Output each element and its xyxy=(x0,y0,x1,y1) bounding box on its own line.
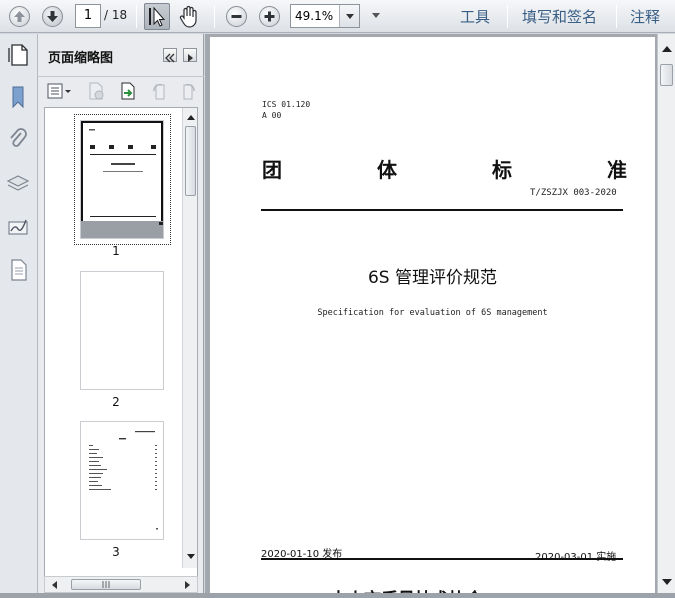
collapse-panel-button[interactable] xyxy=(163,48,177,63)
page-number-input[interactable]: 1 xyxy=(75,4,101,28)
page-thumbnails-panel: 页面缩略图 1 2 3 xyxy=(38,34,204,594)
scroll-right-arrow-icon xyxy=(185,581,190,589)
chevron-down-icon[interactable] xyxy=(339,5,359,27)
page-thumbnail-preview xyxy=(89,431,158,530)
arrow-up-icon xyxy=(9,6,30,27)
scroll-up-arrow-icon[interactable] xyxy=(662,46,672,52)
options-menu-icon[interactable] xyxy=(46,81,72,101)
horizontal-scroll-thumb[interactable] xyxy=(71,579,141,590)
tools-button[interactable]: 工具 xyxy=(460,6,490,27)
delete-pages-icon[interactable] xyxy=(86,81,106,101)
thumbnails-horizontal-scrollbar[interactable] xyxy=(44,576,198,593)
page-thumbnail-2[interactable] xyxy=(80,271,164,390)
minus-icon xyxy=(226,6,247,27)
zoom-level-value: 49.1% xyxy=(295,9,334,23)
layers-icon[interactable] xyxy=(6,170,30,196)
ccs-number: A 00 xyxy=(262,111,282,120)
implement-date: 2020-03-01 实施 xyxy=(535,548,616,563)
toolbar-divider xyxy=(507,5,508,28)
scroll-down-arrow-icon xyxy=(187,554,195,559)
standard-type-char: 标 xyxy=(492,158,512,182)
document-viewer[interactable]: ICS 01.120 A 00 团 体 标 准 T/ZSZJX 003-2020… xyxy=(205,34,675,598)
footer-rule xyxy=(261,558,623,560)
window-bottom-edge xyxy=(0,593,675,598)
fill-sign-button[interactable]: 填写和签名 xyxy=(522,6,597,27)
thumbnails-scroll-thumb[interactable] xyxy=(185,126,196,196)
ics-number: ICS 01.120 xyxy=(262,100,311,109)
cursor-arrow-icon xyxy=(149,6,166,27)
hand-icon xyxy=(179,5,197,28)
document-title: 6S 管理评价规范 xyxy=(367,268,497,288)
hand-tool-button[interactable] xyxy=(176,3,202,30)
navigation-pane-strip xyxy=(0,34,38,598)
plus-icon xyxy=(259,6,280,27)
more-tools-dropdown-icon[interactable] xyxy=(372,13,380,18)
panel-header: 页面缩略图 xyxy=(38,34,204,77)
thumbnails-vertical-scrollbar[interactable] xyxy=(182,108,197,568)
bookmark-icon[interactable] xyxy=(6,84,30,110)
double-chevron-left-icon xyxy=(165,53,175,63)
rotate-right-icon[interactable] xyxy=(178,81,198,101)
panel-title: 页面缩略图 xyxy=(48,51,114,66)
main-toolbar: 1 / 18 49.1% 工具 填写和签名 注释 xyxy=(0,0,675,33)
standard-number: T/ZSZJX 003-2020 xyxy=(530,188,617,198)
toolbar-divider xyxy=(136,5,137,28)
rotate-left-icon[interactable] xyxy=(150,81,170,101)
page-thumbnail-preview xyxy=(81,121,163,238)
toolbar-divider xyxy=(616,5,617,28)
standard-type-char: 准 xyxy=(607,158,627,182)
paperclip-icon[interactable] xyxy=(6,127,30,153)
select-tool-button[interactable] xyxy=(144,3,170,30)
thumbnail-label-1: 1 xyxy=(112,244,120,258)
expand-panel-button[interactable] xyxy=(183,48,197,62)
page-total-label: / 18 xyxy=(104,8,128,22)
thumbnail-label-2: 2 xyxy=(112,395,120,409)
document-scroll-thumb[interactable] xyxy=(660,64,673,86)
thumbnail-label-3: 3 xyxy=(112,545,120,559)
standard-type-heading: 团 体 标 准 xyxy=(262,154,627,183)
grip-icon xyxy=(102,581,110,588)
standard-type-char: 团 xyxy=(262,158,282,182)
thumbnails-header-icon xyxy=(8,44,30,68)
chevron-right-icon xyxy=(188,54,193,62)
document-subtitle-en: Specification for evaluation of 6S manag… xyxy=(317,308,548,318)
arrow-down-icon xyxy=(42,6,63,27)
document-vertical-scrollbar[interactable] xyxy=(657,34,675,598)
pdf-page: ICS 01.120 A 00 团 体 标 准 T/ZSZJX 003-2020… xyxy=(210,37,655,598)
standard-type-char: 体 xyxy=(377,158,397,182)
scroll-left-arrow-icon xyxy=(52,581,57,589)
insert-pages-icon[interactable] xyxy=(118,81,138,101)
toolbar-divider xyxy=(214,5,215,28)
scroll-up-arrow-icon xyxy=(187,115,195,120)
page-thumbnail-1[interactable] xyxy=(80,120,164,239)
ics-code: ICS 01.120 A 00 xyxy=(262,99,310,121)
content-page-icon[interactable] xyxy=(6,257,30,283)
comment-button[interactable]: 注释 xyxy=(630,6,660,27)
panel-toolbar xyxy=(38,78,204,104)
signature-icon[interactable] xyxy=(6,214,30,240)
zoom-level-select[interactable]: 49.1% xyxy=(290,4,360,28)
next-page-button[interactable] xyxy=(39,4,65,29)
previous-page-button[interactable] xyxy=(6,4,32,29)
thumbnails-list: 1 2 3 xyxy=(44,107,198,577)
zoom-out-button[interactable] xyxy=(223,4,249,29)
header-rule xyxy=(261,209,623,211)
scroll-down-arrow-icon[interactable] xyxy=(662,579,672,585)
page-thumbnail-3[interactable] xyxy=(80,421,164,540)
zoom-in-button[interactable] xyxy=(256,4,282,29)
